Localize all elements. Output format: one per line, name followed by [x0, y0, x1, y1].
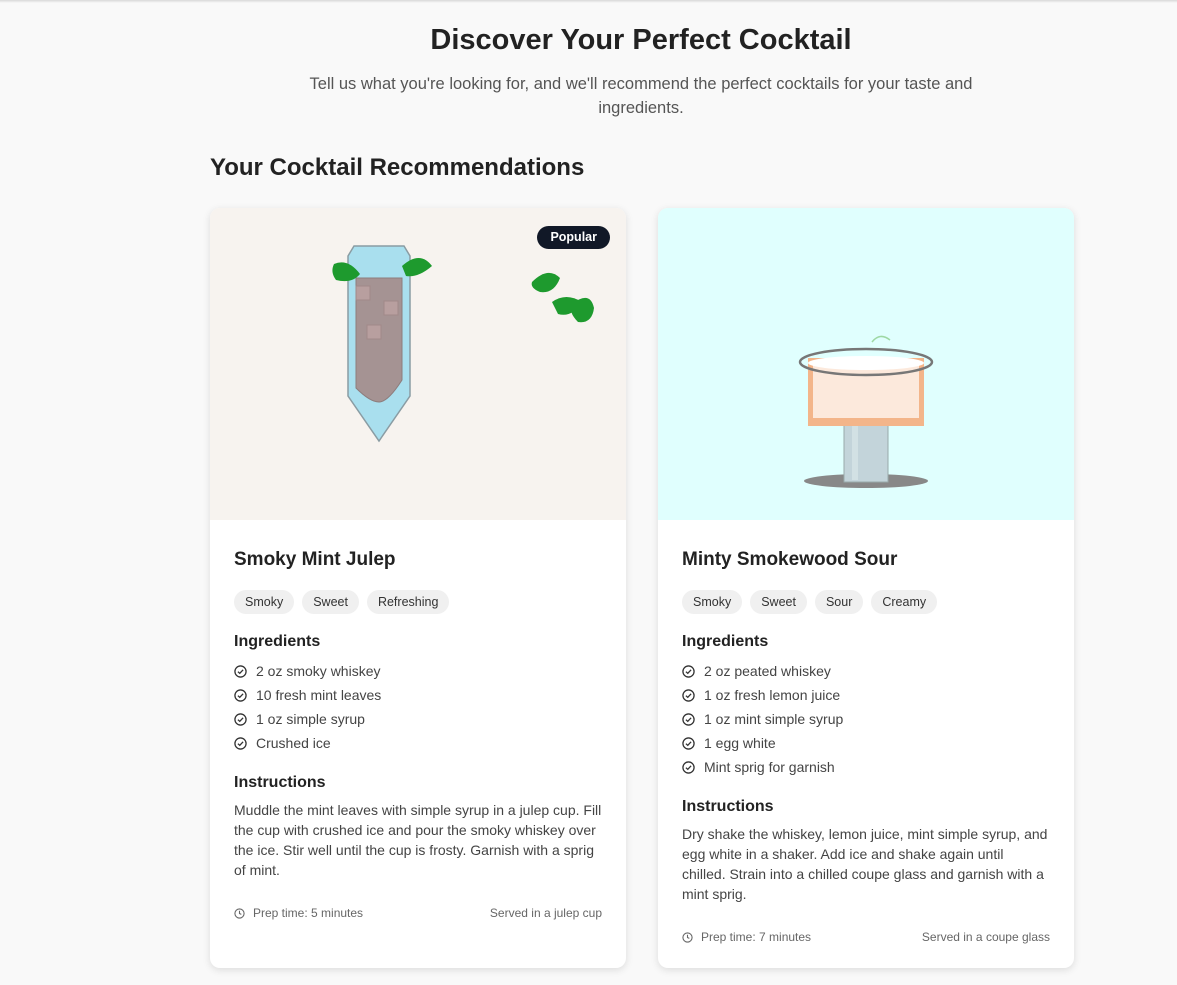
- tag: Sweet: [302, 590, 359, 614]
- ingredient-item: Mint sprig for garnish: [682, 755, 1050, 779]
- tag: Smoky: [682, 590, 743, 614]
- ingredient-text: Mint sprig for garnish: [704, 759, 835, 775]
- ingredient-text: 2 oz peated whiskey: [704, 663, 831, 679]
- check-circle-icon: [234, 664, 247, 678]
- popular-badge: Popular: [537, 226, 610, 249]
- ingredients-list: 2 oz peated whiskey 1 oz fresh lemon jui…: [682, 659, 1050, 779]
- instructions-text: Muddle the mint leaves with simple syrup…: [234, 802, 602, 878]
- ingredient-text: 2 oz smoky whiskey: [256, 663, 381, 679]
- top-divider: [0, 0, 1177, 3]
- tag: Smoky: [234, 590, 295, 614]
- ingredients-list: 2 oz smoky whiskey 10 fresh mint leaves …: [234, 659, 602, 755]
- cocktail-card[interactable]: Popular Smoky Mint Julep Smoky Sweet Ref…: [210, 208, 626, 968]
- cocktail-title: Minty Smokewood Sour: [682, 549, 898, 570]
- card-meta: Prep time: 5 minutes Served in a julep c…: [234, 906, 602, 920]
- ingredient-item: 1 oz fresh lemon juice: [682, 683, 1050, 707]
- instructions-heading: Instructions: [234, 774, 326, 791]
- check-circle-icon: [234, 736, 247, 750]
- instructions-text: Dry shake the whiskey, lemon juice, mint…: [682, 826, 1048, 902]
- page-subtitle: Tell us what you're looking for, and we'…: [309, 75, 973, 117]
- tag: Sweet: [750, 590, 807, 614]
- tag: Sour: [814, 590, 864, 614]
- check-circle-icon: [682, 760, 695, 774]
- ingredient-text: 1 oz fresh lemon juice: [704, 687, 841, 703]
- check-circle-icon: [682, 712, 695, 726]
- flavor-tags: Smoky Sweet Sour Creamy: [682, 590, 1050, 614]
- check-circle-icon: [682, 664, 695, 678]
- served-in: Served in a julep cup: [489, 906, 602, 920]
- prep-time: Prep time: 7 minutes: [701, 930, 812, 944]
- ingredient-text: 1 oz simple syrup: [256, 711, 365, 727]
- flavor-tags: Smoky Sweet Refreshing: [234, 590, 602, 614]
- section-title: Your Cocktail Recommendations: [210, 154, 585, 181]
- cocktail-image: [658, 208, 1074, 520]
- ingredient-item: 2 oz peated whiskey: [682, 659, 1050, 683]
- ingredient-text: Crushed ice: [256, 735, 331, 751]
- clock-icon: [682, 931, 693, 943]
- tag: Refreshing: [366, 590, 450, 614]
- ingredient-item: 1 egg white: [682, 731, 1050, 755]
- served-in: Served in a coupe glass: [921, 930, 1050, 944]
- clock-icon: [234, 907, 245, 919]
- check-circle-icon: [234, 712, 247, 726]
- tag: Creamy: [871, 590, 938, 614]
- cocktail-card[interactable]: Minty Smokewood Sour Smoky Sweet Sour Cr…: [658, 208, 1074, 968]
- check-circle-icon: [234, 688, 247, 702]
- page-title: Discover Your Perfect Cocktail: [430, 24, 852, 56]
- ingredient-item: 1 oz simple syrup: [234, 707, 602, 731]
- check-circle-icon: [682, 688, 695, 702]
- instructions-heading: Instructions: [682, 798, 774, 815]
- ingredient-item: Crushed ice: [234, 731, 602, 755]
- ingredient-item: 2 oz smoky whiskey: [234, 659, 602, 683]
- check-circle-icon: [682, 736, 695, 750]
- ingredient-text: 10 fresh mint leaves: [256, 687, 382, 703]
- coupe-glass-illustration: [798, 335, 934, 488]
- ingredient-item: 10 fresh mint leaves: [234, 683, 602, 707]
- ingredients-heading: Ingredients: [682, 633, 769, 650]
- ingredient-text: 1 egg white: [704, 735, 776, 751]
- card-meta: Prep time: 7 minutes Served in a coupe g…: [682, 930, 1050, 944]
- prep-time: Prep time: 5 minutes: [253, 906, 364, 920]
- cocktail-image: Popular: [210, 208, 626, 520]
- julep-cup-illustration: [332, 245, 594, 443]
- ingredient-item: 1 oz mint simple syrup: [682, 707, 1050, 731]
- cocktail-title: Smoky Mint Julep: [234, 549, 396, 570]
- ingredients-heading: Ingredients: [234, 633, 321, 650]
- ingredient-text: 1 oz mint simple syrup: [704, 711, 844, 727]
